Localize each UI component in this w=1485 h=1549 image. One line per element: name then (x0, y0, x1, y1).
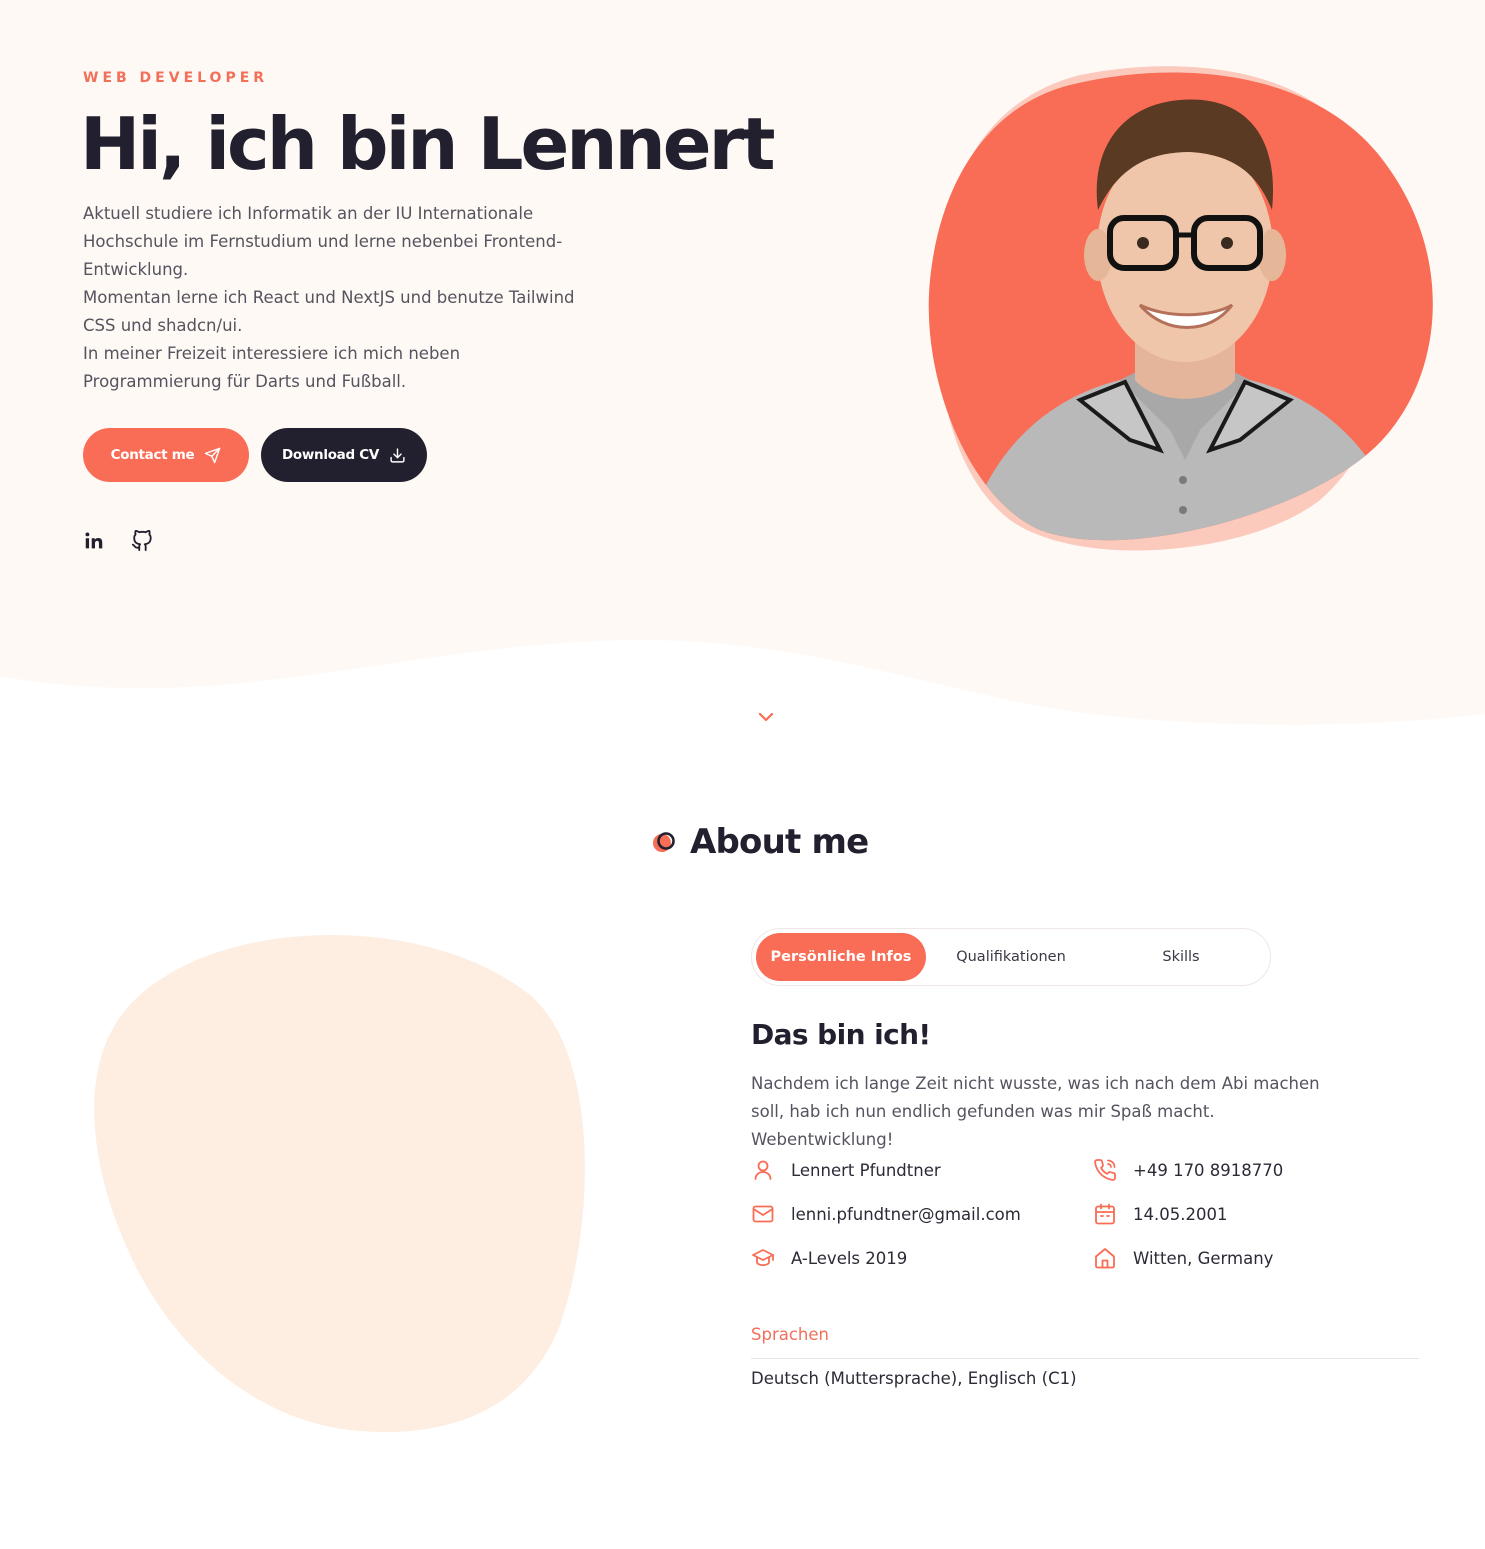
download-cv-button[interactable]: Download CV (261, 428, 427, 482)
hero-description-line: Aktuell studiere ich Informatik an der I… (83, 204, 563, 279)
graduation-cap-icon (752, 1249, 774, 1267)
about-image-blob (94, 935, 585, 1433)
about-title: About me (690, 822, 869, 862)
portrait-photo (928, 66, 1433, 551)
github-icon[interactable] (131, 530, 153, 552)
calendar-icon (1095, 1203, 1115, 1225)
section-dot-icon (653, 832, 675, 852)
languages-value: Deutsch (Muttersprache), Englisch (C1) (751, 1369, 1077, 1388)
hero-title: Hi, ich bin Lennert (80, 102, 776, 186)
tab-qualifikationen[interactable]: Qualifikationen (926, 933, 1096, 981)
info-name-value: Lennert Pfundtner (791, 1160, 941, 1180)
user-icon (754, 1160, 772, 1180)
phone-icon (1094, 1159, 1116, 1181)
info-heading: Das bin ich! (751, 1018, 931, 1051)
tab-skills[interactable]: Skills (1096, 933, 1266, 981)
info-location: Witten, Germany (1093, 1246, 1273, 1270)
info-email-value: lenni.pfundtner@gmail.com (791, 1204, 1021, 1224)
hero-description-line: Momentan lerne ich React und NextJS und … (83, 288, 575, 335)
info-phone-value: +49 170 8918770 (1133, 1160, 1284, 1180)
hero-description: Aktuell studiere ich Informatik an der I… (83, 200, 583, 396)
social-links (83, 530, 153, 552)
languages-divider (751, 1358, 1419, 1359)
hero-description-line: In meiner Freizeit interessiere ich mich… (83, 344, 461, 391)
info-birthday: 14.05.2001 (1093, 1202, 1227, 1226)
about-heading: About me (652, 822, 869, 862)
linkedin-icon[interactable] (83, 530, 105, 552)
contact-me-label: Contact me (110, 447, 195, 463)
page: WEB DEVELOPER Hi, ich bin Lennert Aktuel… (0, 0, 1485, 1549)
info-phone: +49 170 8918770 (1093, 1158, 1283, 1182)
tab-persoenliche-infos[interactable]: Persönliche Infos (756, 933, 926, 981)
download-icon (390, 447, 405, 463)
info-name: Lennert Pfundtner (751, 1158, 941, 1182)
info-education: A-Levels 2019 (751, 1246, 907, 1270)
contact-me-button[interactable]: Contact me (83, 428, 249, 482)
mail-icon (752, 1205, 774, 1223)
scroll-down-chevron-icon[interactable] (756, 707, 776, 727)
info-location-value: Witten, Germany (1133, 1248, 1274, 1268)
info-email: lenni.pfundtner@gmail.com (751, 1202, 1021, 1226)
download-cv-label: Download CV (282, 447, 379, 463)
hero-eyebrow: WEB DEVELOPER (83, 70, 269, 86)
send-icon (205, 447, 221, 463)
home-icon (1095, 1248, 1115, 1269)
info-description: Nachdem ich lange Zeit nicht wusste, was… (751, 1074, 1320, 1149)
about-tabs: Persönliche Infos Qualifikationen Skills (751, 928, 1271, 986)
info-education-value: A-Levels 2019 (791, 1248, 908, 1268)
info-birthday-value: 14.05.2001 (1133, 1204, 1228, 1224)
languages-label: Sprachen (751, 1325, 829, 1344)
